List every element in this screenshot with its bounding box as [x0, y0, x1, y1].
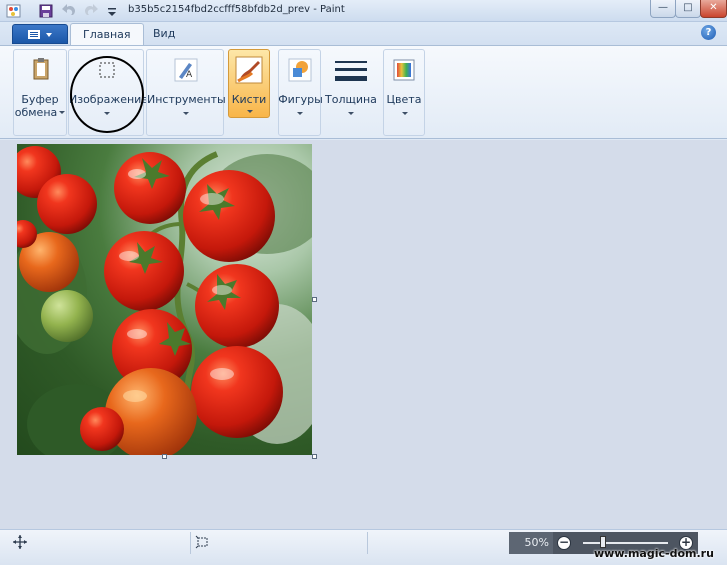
canvas-area[interactable]: [0, 140, 727, 529]
resize-handle-bottom[interactable]: [162, 454, 167, 459]
clipboard-label-line2: обмена: [14, 106, 58, 119]
chevron-down-icon: [247, 110, 253, 113]
chevron-down-icon: [59, 111, 65, 114]
ribbon-group-tools[interactable]: A Инструменты: [146, 49, 226, 136]
paint-app-icon[interactable]: [6, 3, 22, 19]
ribbon-group-colors[interactable]: Цвета: [383, 49, 425, 136]
svg-text:A: A: [186, 70, 193, 80]
window-title: b35b5c2154fbd2ccfff58bfdb2d_prev - Paint: [128, 4, 345, 15]
ribbon-group-shapes[interactable]: Фигуры: [278, 49, 323, 136]
chevron-down-icon: [183, 112, 189, 115]
ribbon: Буфер обмена Изображение A Инструменты К…: [0, 45, 727, 139]
clipboard-label-line1: Буфер: [21, 93, 59, 106]
status-separator: [190, 532, 191, 554]
application-menu-button[interactable]: [12, 24, 68, 44]
zoom-level-readout: 50%: [509, 532, 553, 554]
selection-size-icon: [195, 535, 208, 549]
ribbon-group-clipboard[interactable]: Буфер обмена: [13, 49, 67, 136]
watermark: www.magic-dom.ru: [594, 547, 714, 560]
select-icon: [99, 62, 115, 78]
ribbon-group-brushes[interactable]: Кисти: [228, 49, 270, 118]
chevron-down-icon: [348, 112, 354, 115]
maximize-button[interactable]: □: [675, 0, 701, 18]
undo-icon[interactable]: [61, 3, 77, 19]
tools-label: Инструменты: [147, 93, 226, 106]
chevron-down-icon: [297, 112, 303, 115]
image-label: Изображение: [69, 93, 149, 106]
colors-label: Цвета: [386, 93, 422, 106]
resize-handle-right[interactable]: [312, 297, 317, 302]
close-button[interactable]: ✕: [700, 0, 727, 18]
resize-handle-corner[interactable]: [312, 454, 317, 459]
shapes-icon: [288, 58, 312, 82]
brush-icon: [235, 56, 263, 84]
ribbon-group-thickness[interactable]: Толщина: [324, 49, 377, 136]
colors-icon: [393, 59, 415, 81]
tab-home[interactable]: Главная: [70, 23, 144, 46]
tomato-image[interactable]: [17, 144, 312, 455]
chevron-down-icon: [104, 112, 110, 115]
tab-view[interactable]: Вид: [141, 23, 187, 46]
tools-icon: A: [174, 58, 198, 82]
ribbon-tab-row: Главная Вид ?: [0, 22, 727, 46]
title-bar: b35b5c2154fbd2ccfff58bfdb2d_prev - Paint…: [0, 0, 727, 22]
ribbon-group-image[interactable]: Изображение: [68, 49, 149, 136]
thickness-label: Толщина: [325, 93, 377, 106]
menu-icon: [28, 30, 52, 39]
tomato-photo: [17, 146, 312, 455]
brushes-label: Кисти: [231, 93, 267, 106]
cursor-position-icon: [13, 535, 27, 549]
shapes-label: Фигуры: [278, 93, 323, 106]
save-icon[interactable]: [38, 3, 54, 19]
zoom-out-button[interactable]: −: [557, 536, 571, 550]
clipboard-icon: [33, 58, 49, 80]
help-icon[interactable]: ?: [701, 25, 716, 40]
customize-qat-icon[interactable]: [104, 3, 120, 19]
minimize-button[interactable]: —: [650, 0, 676, 18]
status-separator: [367, 532, 368, 554]
redo-icon[interactable]: [83, 3, 99, 19]
line-thickness-icon: [335, 61, 367, 81]
zoom-slider-track[interactable]: [583, 542, 668, 544]
chevron-down-icon: [402, 112, 408, 115]
